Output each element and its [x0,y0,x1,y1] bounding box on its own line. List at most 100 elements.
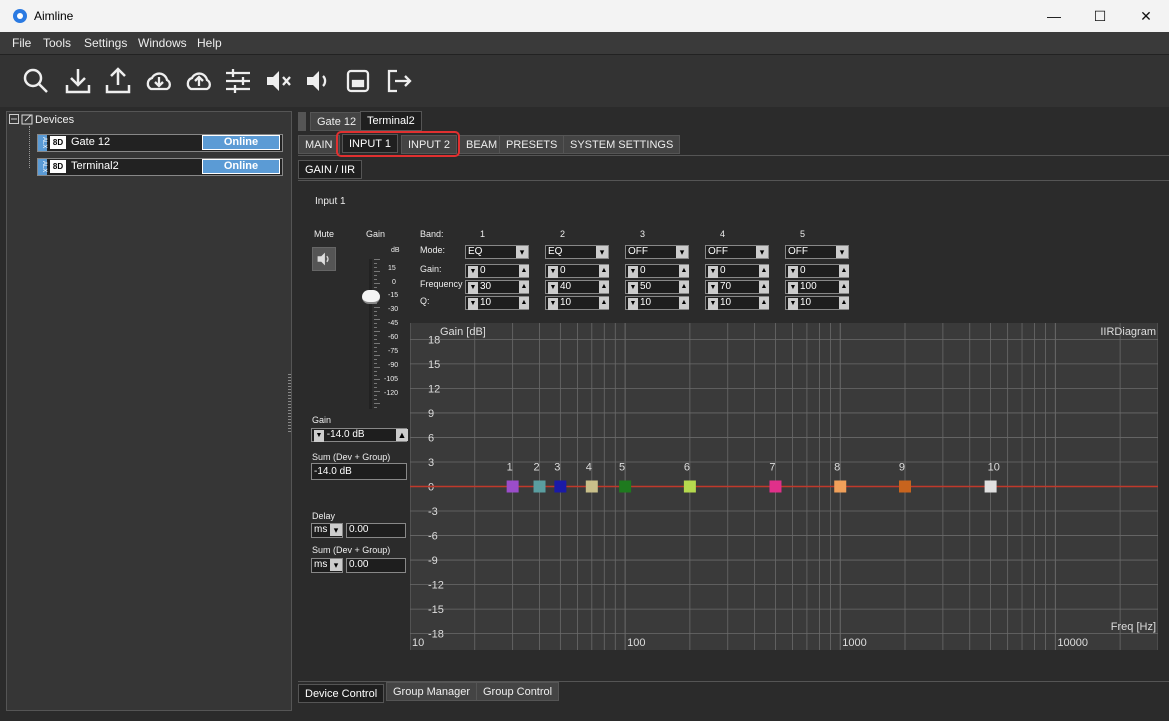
band-number: 3 [640,229,646,239]
delay-field[interactable]: 0.00 [346,523,406,538]
menu-tools[interactable]: Tools [43,36,71,50]
mute-icon[interactable] [262,65,294,97]
chevron-down-icon[interactable]: ▾ [676,246,688,258]
chevron-down-icon[interactable]: ▾ [756,246,768,258]
cloud-upload-icon[interactable] [183,65,215,97]
maximize-button[interactable]: ☐ [1077,0,1123,32]
close-button[interactable]: ✕ [1123,0,1169,32]
tick-mark [374,395,377,396]
spin-up-icon[interactable]: ▲ [599,297,609,309]
volume-icon[interactable] [302,65,334,97]
spin-up-icon[interactable]: ▲ [759,297,769,309]
gain-sum-field: -14.0 dB [311,463,407,480]
q-value: 10 [640,297,652,308]
spin-up-icon[interactable]: ▲ [679,297,689,309]
spin-up-icon[interactable]: ▲ [679,281,689,293]
spin-down-icon[interactable]: ▼ [788,282,798,294]
spin-up-icon[interactable]: ▲ [519,281,529,293]
spin-up-icon[interactable]: ▲ [759,265,769,277]
spin-down-icon[interactable]: ▼ [788,266,798,278]
tab-system-settings[interactable]: SYSTEM SETTINGS [563,135,681,154]
section-title: Input 1 [315,196,346,207]
device-row-terminal2[interactable]: ALX 8D Terminal2 Online [37,158,283,176]
tick-mark [374,403,380,404]
spin-down-icon[interactable]: ▼ [628,266,638,278]
exit-icon[interactable] [383,65,415,97]
spin-down-icon[interactable]: ▼ [788,298,798,310]
spin-down-icon[interactable]: ▼ [468,266,478,278]
chevron-down-icon[interactable]: ▾ [516,246,528,258]
menu-settings[interactable]: Settings [84,36,127,50]
tab-group-manager[interactable]: Group Manager [386,682,478,701]
spin-down-icon[interactable]: ▼ [468,298,478,310]
tab-group-control[interactable]: Group Control [476,682,560,701]
tick-mark [374,375,377,376]
menu-windows[interactable]: Windows [138,36,187,50]
spin-up-icon[interactable]: ▲ [759,281,769,293]
gain-slider-thumb[interactable] [362,290,380,304]
band-row-label: Band: [420,229,444,239]
tab-presets[interactable]: PRESETS [499,135,565,154]
spin-down-icon[interactable]: ▼ [314,430,324,442]
menu-help[interactable]: Help [197,36,222,50]
q-value: 10 [720,297,732,308]
save-icon[interactable] [342,65,374,97]
chevron-down-icon[interactable]: ▾ [330,559,342,571]
splitter-grip[interactable] [288,374,291,434]
search-icon[interactable] [20,65,52,97]
spin-down-icon[interactable]: ▼ [468,282,478,294]
band-number: 2 [560,229,566,239]
spin-up-icon[interactable]: ▲ [839,281,849,293]
app-logo-icon [13,9,27,23]
spin-down-icon[interactable]: ▼ [628,282,638,294]
minimize-button[interactable]: — [1031,0,1077,32]
bottom-tab-bar: Device Control Group Manager Group Contr… [298,681,1169,703]
band-marker [585,480,598,493]
y-tick-label: 12 [428,383,440,395]
tab-device-control[interactable]: Device Control [298,684,385,703]
sliders-icon[interactable] [222,65,254,97]
tab-terminal2[interactable]: Terminal2 [360,111,422,131]
download-icon[interactable] [62,65,94,97]
device-row-gate-12[interactable]: ALX 8D Gate 12 Online [37,134,283,152]
gain-slider-track[interactable] [369,259,372,409]
freq-value: 30 [480,281,492,292]
collapse-icon[interactable] [9,114,19,124]
upload-icon[interactable] [102,65,134,97]
spin-up-icon[interactable]: ▲ [599,265,609,277]
spin-up-icon[interactable]: ▲ [679,265,689,277]
spin-down-icon[interactable]: ▼ [548,282,558,294]
panel-splitter[interactable] [292,111,296,709]
spin-up-icon[interactable]: ▲ [839,265,849,277]
tab-gate-12[interactable]: Gate 12 [310,112,364,131]
y-tick-label: 6 [428,432,434,444]
band-marker [554,480,567,493]
cloud-download-icon[interactable] [143,65,175,97]
spin-down-icon[interactable]: ▼ [708,282,718,294]
tab-main[interactable]: MAIN [298,135,340,154]
spin-up-icon[interactable]: ▲ [839,297,849,309]
spin-down-icon[interactable]: ▼ [548,266,558,278]
spin-down-icon[interactable]: ▼ [708,298,718,310]
tick-mark [374,271,380,272]
tab-gain-iir[interactable]: GAIN / IIR [298,160,363,179]
tree-line [29,126,31,168]
iir-diagram[interactable]: 1815129630-3-6-9-12-15-1810 100 1000 10000G… [410,323,1158,650]
delay-sum-field: 0.00 [346,558,406,573]
spin-up-icon[interactable]: ▲ [519,297,529,309]
spin-up-icon[interactable]: ▲ [599,281,609,293]
spin-up-icon[interactable]: ▲ [396,429,408,441]
freq-value: 40 [560,281,572,292]
spin-down-icon[interactable]: ▼ [708,266,718,278]
gain-field[interactable]: ▼ -14.0 dB [311,428,407,442]
chevron-down-icon[interactable]: ▾ [596,246,608,258]
spin-up-icon[interactable]: ▲ [519,265,529,277]
chevron-down-icon[interactable]: ▾ [330,524,342,536]
tab-beam[interactable]: BEAM [459,135,505,154]
gain-scale-label: 0 [392,279,396,286]
menu-file[interactable]: File [12,36,31,50]
spin-down-icon[interactable]: ▼ [628,298,638,310]
spin-down-icon[interactable]: ▼ [548,298,558,310]
mute-button[interactable] [312,247,336,271]
chevron-down-icon[interactable]: ▾ [836,246,848,258]
